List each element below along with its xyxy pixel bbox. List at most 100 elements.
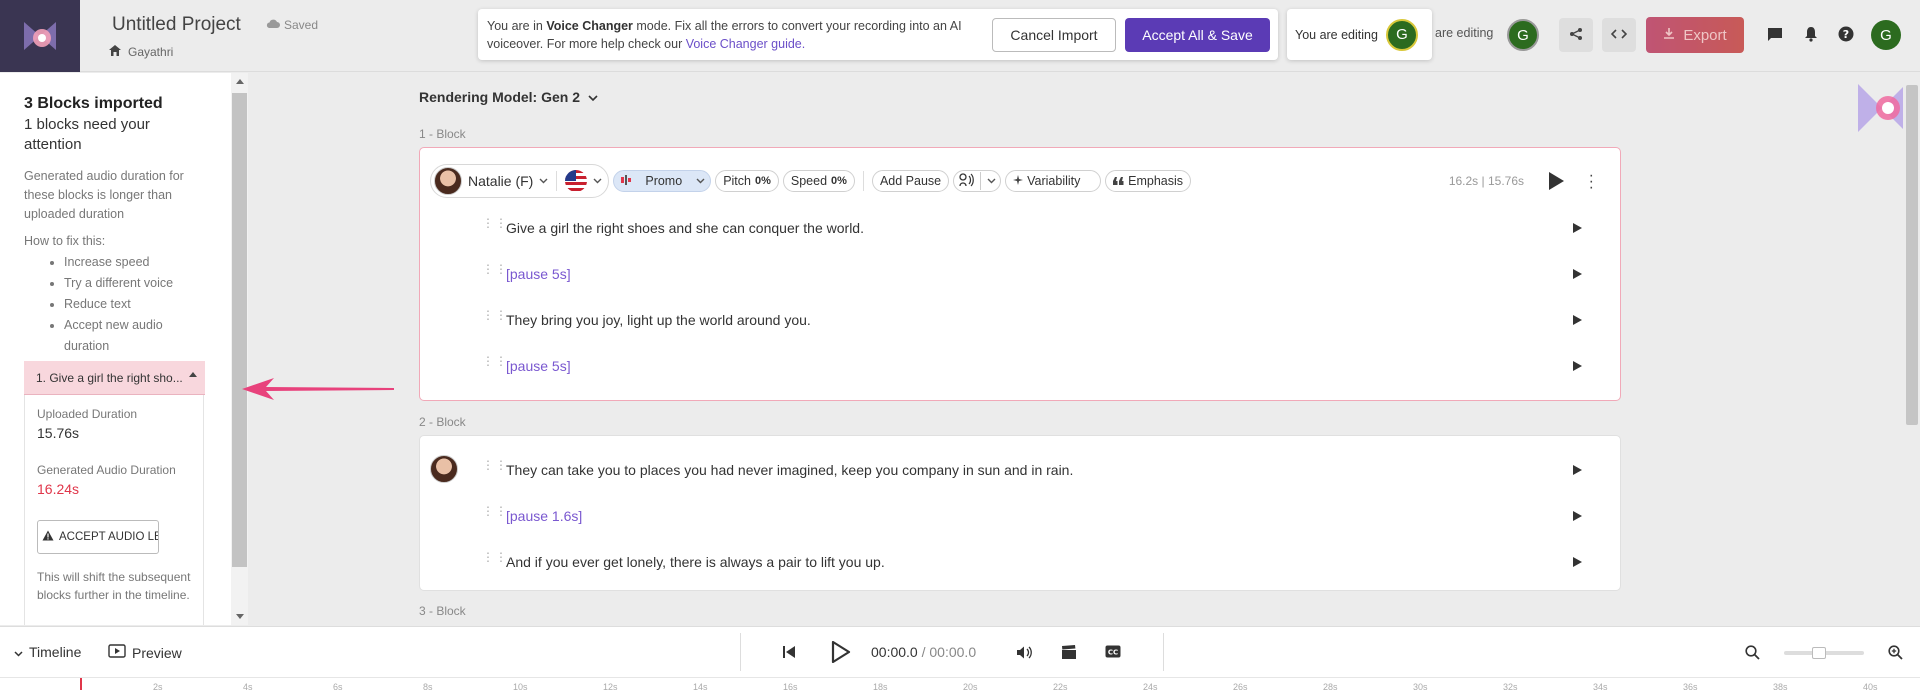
play-line-icon[interactable] — [1573, 465, 1582, 475]
scrollbar-thumb[interactable] — [1906, 85, 1918, 425]
clapperboard-icon[interactable] — [1061, 645, 1077, 663]
avatar[interactable]: G — [1385, 18, 1418, 51]
ruler-tick: 8s — [423, 682, 433, 690]
block-2[interactable]: ⋮⋮ They can take you to places you had n… — [419, 435, 1621, 591]
main-scrollbar[interactable] — [1903, 73, 1920, 625]
play-line-icon[interactable] — [1573, 315, 1582, 325]
chevron-down-icon[interactable] — [987, 176, 996, 187]
logo-icon — [24, 22, 56, 50]
save-status: Saved — [266, 18, 318, 32]
ruler-tick: 36s — [1683, 682, 1698, 690]
accept-all-save-button[interactable]: Accept All & Save — [1125, 18, 1270, 52]
voice-changer-guide-link[interactable]: Voice Changer guide. — [686, 37, 806, 51]
export-button[interactable]: Export — [1646, 17, 1744, 53]
style-selector[interactable]: Promo — [613, 170, 712, 192]
block-label: 2 - Block — [419, 415, 466, 429]
warning-icon — [42, 530, 54, 544]
ruler-tick: 10s — [513, 682, 528, 690]
list-item[interactable]: ⋮⋮ They can take you to places you had n… — [482, 457, 1582, 483]
notifications-icon[interactable] — [1801, 24, 1821, 44]
play-icon[interactable] — [829, 640, 851, 666]
block-error-card-header[interactable]: 1. Give a girl the right sho... — [24, 361, 205, 395]
block-1[interactable]: Natalie (F) Promo Pitch 0% Speed 0% Add … — [419, 147, 1621, 401]
divider — [980, 172, 982, 190]
variability-button[interactable]: Variability — [1005, 170, 1102, 192]
line-text[interactable]: And if you ever get lonely, there is alw… — [506, 554, 885, 570]
add-pause-button[interactable]: Add Pause — [871, 170, 950, 192]
voice-wave-icon — [958, 172, 974, 190]
zoom-slider-thumb[interactable] — [1812, 647, 1826, 659]
drag-handle-icon[interactable]: ⋮⋮ — [482, 263, 507, 281]
pitch-value: 0% — [754, 175, 771, 187]
pause-text[interactable]: [pause 5s] — [506, 266, 571, 282]
user-avatar[interactable]: G — [1871, 20, 1901, 50]
skip-back-icon[interactable] — [783, 646, 795, 661]
embed-code-button[interactable] — [1602, 18, 1636, 52]
zoom-out-icon[interactable] — [1745, 645, 1760, 663]
play-block-icon[interactable] — [1549, 172, 1564, 190]
voice-avatar[interactable] — [430, 455, 458, 483]
emphasis-button[interactable]: Emphasis — [1105, 170, 1192, 192]
drag-handle-icon[interactable]: ⋮⋮ — [482, 309, 507, 327]
line-text[interactable]: They can take you to places you had neve… — [506, 462, 1073, 478]
assistant-logo-icon[interactable] — [1856, 82, 1908, 134]
list-item[interactable]: ⋮⋮ Give a girl the right shoes and she c… — [482, 215, 1582, 241]
pause-text[interactable]: [pause 1.6s] — [506, 508, 582, 524]
ruler-tick: 34s — [1593, 682, 1608, 690]
drag-handle-icon[interactable]: ⋮⋮ — [482, 355, 507, 373]
pause-text[interactable]: [pause 5s] — [506, 358, 571, 374]
drag-handle-icon[interactable]: ⋮⋮ — [482, 505, 507, 523]
rendering-model-label: Rendering Model: Gen 2 — [419, 89, 581, 105]
volume-icon[interactable] — [1017, 646, 1033, 662]
avatar-behind[interactable]: G — [1507, 19, 1539, 51]
play-line-icon[interactable] — [1573, 223, 1582, 233]
divider — [862, 171, 864, 191]
shift-note: This will shift the subsequent blocks fu… — [37, 570, 191, 602]
more-options-icon[interactable]: · · · — [1589, 168, 1594, 196]
cancel-import-button[interactable]: Cancel Import — [992, 18, 1116, 52]
pronunciation-control[interactable] — [953, 170, 1002, 192]
workspace-breadcrumb[interactable]: Gayathri — [108, 44, 173, 60]
play-line-icon[interactable] — [1573, 557, 1582, 567]
accept-audio-length-button[interactable]: ACCEPT AUDIO LENGTH — [37, 520, 159, 554]
comments-icon[interactable] — [1765, 24, 1785, 44]
chevron-down-icon — [539, 176, 548, 187]
chevron-down-icon[interactable] — [593, 176, 602, 187]
play-line-icon[interactable] — [1573, 511, 1582, 521]
pitch-control[interactable]: Pitch 0% — [715, 170, 779, 192]
app-logo[interactable] — [0, 0, 80, 72]
play-line-icon[interactable] — [1573, 361, 1582, 371]
us-flag-icon[interactable] — [565, 170, 588, 192]
list-item: Try a different voice — [64, 273, 208, 294]
list-item[interactable]: ⋮⋮ [pause 5s] — [482, 261, 1582, 287]
share-button[interactable] — [1559, 18, 1593, 52]
list-item[interactable]: ⋮⋮ And if you ever get lonely, there is … — [482, 549, 1582, 575]
voice-selector[interactable]: Natalie (F) — [430, 164, 610, 198]
ruler-tick: 6s — [333, 682, 343, 690]
drag-handle-icon[interactable]: ⋮⋮ — [482, 459, 507, 477]
playhead[interactable] — [80, 678, 82, 690]
timeline-toggle[interactable]: Timeline — [14, 644, 81, 660]
timeline-ruler[interactable]: 2s 4s 6s 8s 10s 12s 14s 16s 18s 20s 22s 24s 26s 28s 30… — [0, 677, 1920, 690]
help-icon[interactable]: ? — [1836, 24, 1856, 44]
list-item[interactable]: ⋮⋮ [pause 5s] — [482, 353, 1582, 379]
scroll-up-icon[interactable] — [236, 79, 244, 84]
list-item[interactable]: ⋮⋮ They bring you joy, light up the worl… — [482, 307, 1582, 333]
play-line-icon[interactable] — [1573, 269, 1582, 279]
rendering-model-selector[interactable]: Rendering Model: Gen 2 — [419, 89, 598, 105]
sidebar-scrollbar[interactable] — [231, 73, 248, 625]
drag-handle-icon[interactable]: ⋮⋮ — [482, 217, 507, 235]
captions-icon[interactable]: CC — [1105, 645, 1121, 661]
fix-list: Increase speed Try a different voice Red… — [24, 252, 208, 357]
speed-control[interactable]: Speed 0% — [782, 170, 855, 192]
project-title[interactable]: Untitled Project — [112, 14, 241, 36]
zoom-slider[interactable] — [1784, 647, 1864, 659]
list-item[interactable]: ⋮⋮ [pause 1.6s] — [482, 503, 1582, 529]
scroll-down-icon[interactable] — [236, 614, 244, 619]
zoom-in-icon[interactable] — [1888, 645, 1903, 663]
drag-handle-icon[interactable]: ⋮⋮ — [482, 551, 507, 569]
preview-button[interactable]: Preview — [108, 644, 182, 661]
scrollbar-thumb[interactable] — [232, 93, 247, 567]
line-text[interactable]: They bring you joy, light up the world a… — [506, 312, 811, 328]
line-text[interactable]: Give a girl the right shoes and she can … — [506, 220, 864, 236]
